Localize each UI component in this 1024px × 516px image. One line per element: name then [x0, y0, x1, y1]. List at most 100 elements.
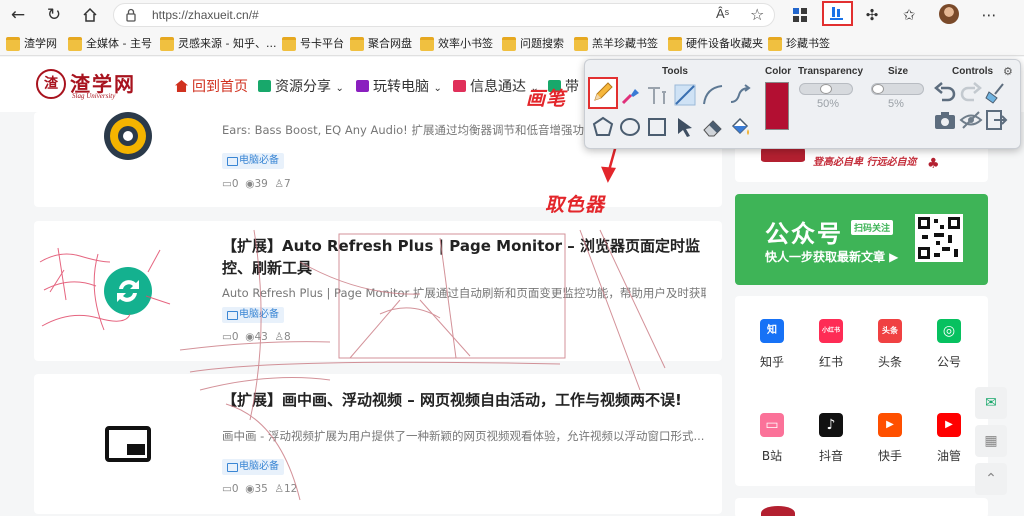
gzh-badge: 扫码关注 [851, 220, 894, 235]
home-icon [175, 80, 188, 92]
site-info-icon[interactable] [123, 7, 139, 23]
home-icon[interactable] [79, 5, 101, 25]
favorites-icon[interactable]: ✩ [898, 4, 920, 26]
article-tag[interactable]: 电脑必备 [222, 153, 284, 169]
chevron-down-icon: ⌄ [433, 83, 442, 94]
bookmark-folder[interactable]: 灵感来源 - 知乎、... [160, 35, 276, 51]
url-text[interactable]: https://zhaxueit.cn/# [152, 8, 259, 22]
social-douyin[interactable]: ♪ 抖音 [811, 413, 851, 464]
undo-icon[interactable] [932, 80, 958, 106]
current-color-swatch[interactable] [765, 82, 789, 130]
bookmarks-bar: 渣学网 全媒体 - 主号 灵感来源 - 知乎、... 号卡平台 聚合网盘 效率小… [0, 30, 1024, 56]
puzzle-extensions-icon[interactable]: ✣ [861, 4, 883, 26]
redo-icon[interactable] [958, 80, 984, 106]
profile-avatar[interactable] [939, 4, 959, 24]
kuaishou-icon: ▶ [878, 413, 902, 437]
sidebar-next-card [735, 498, 988, 516]
like-icon: ♙ [274, 483, 284, 495]
transparency-slider[interactable] [799, 83, 853, 95]
hide-annotations-eye-icon[interactable] [958, 107, 984, 133]
social-zhihu[interactable]: 知 知乎 [752, 319, 792, 370]
article-thumbnail[interactable] [104, 112, 152, 160]
menu-computer[interactable]: 玩转电脑 ⌄ [356, 76, 442, 96]
article-description: Auto Refresh Plus | Page Monitor 扩展通过自动刷… [222, 286, 706, 300]
eraser-tool-icon[interactable] [700, 114, 726, 140]
article-title[interactable]: 【扩展】画中画、浮动视频 – 网页视频自由活动，工作与视频两不误! [222, 389, 712, 411]
pip-thumbnail-icon[interactable] [105, 426, 151, 462]
read-aloud-icon[interactable]: Âˢ [716, 6, 729, 21]
card-illustration [761, 506, 795, 516]
bilibili-icon: ▭ [760, 413, 784, 437]
more-menu-icon[interactable]: ⋯ [978, 4, 1000, 26]
qr-float-icon[interactable]: ▦ [975, 425, 1007, 457]
refresh-icon[interactable]: ↻ [43, 5, 65, 25]
article-thumbnail[interactable] [104, 267, 152, 315]
bookmark-folder[interactable]: 号卡平台 [282, 35, 344, 51]
monitor-icon [356, 80, 369, 92]
rectangle-tool-icon[interactable] [644, 114, 670, 140]
wechat-float-icon[interactable]: ✉ [975, 387, 1007, 419]
bookmark-folder[interactable]: 全媒体 - 主号 [68, 35, 152, 51]
text-tool-icon[interactable] [644, 82, 670, 108]
social-wechat[interactable]: ◎ 公号 [929, 319, 969, 370]
settings-gear-icon[interactable]: ⚙ [1003, 65, 1013, 78]
chevron-down-icon: ⌄ [335, 83, 344, 94]
exit-icon[interactable] [983, 107, 1009, 133]
article-description: 画中画 - 浮动视频扩展为用户提供了一种新颖的网页视频观看体验，允许视频以浮动窗… [222, 429, 705, 443]
pentagon-tool-icon[interactable] [590, 114, 616, 140]
back-arrow-icon[interactable]: ← [7, 5, 29, 25]
pencil-tool[interactable] [588, 77, 618, 109]
wechat-official-account-banner[interactable]: 公众号 扫码关注 快人一步获取最新文章 ▶ [735, 194, 988, 285]
article-title[interactable]: 【扩展】Auto Refresh Plus | Page Monitor – 浏… [222, 235, 712, 279]
fill-bucket-tool-icon[interactable] [727, 114, 753, 140]
ellipse-tool-icon[interactable] [617, 114, 643, 140]
article-card[interactable]: 【扩展】Auto Refresh Plus | Page Monitor – 浏… [34, 221, 722, 361]
bookmark-folder[interactable]: 问题搜索 [502, 35, 564, 51]
menu-resources[interactable]: 资源分享 ⌄ [258, 76, 344, 96]
social-xiaohongshu[interactable]: 小红书 红书 [811, 319, 851, 370]
article-tag[interactable]: 电脑必备 [222, 459, 284, 475]
clear-broom-icon[interactable] [983, 80, 1009, 106]
social-bilibili[interactable]: ▭ B站 [752, 413, 792, 464]
bookmark-folder[interactable]: 硬件设备收藏夹 [668, 35, 763, 51]
article-meta: ▭0 ◉35 ♙12 [222, 483, 298, 495]
back-to-top-icon[interactable]: ⌃ [975, 463, 1007, 495]
line-tool-icon[interactable] [672, 82, 698, 108]
bookmark-folder[interactable]: 渣学网 [6, 35, 57, 51]
extensions-grid-icon[interactable] [789, 4, 811, 26]
arrow-curve-tool-icon[interactable] [727, 82, 753, 108]
browser-toolbar: ← ↻ https://zhaxueit.cn/# Âˢ ☆ ✣ ✩ ⋯ [0, 0, 1024, 30]
cursor-select-tool-icon[interactable] [672, 114, 698, 140]
wechat-official-icon: ◎ [937, 319, 961, 343]
curve-tool-icon[interactable] [700, 82, 726, 108]
size-header: Size [888, 66, 909, 77]
color-picker-label: 取色器 [545, 194, 606, 216]
annotation-extension-button[interactable] [822, 1, 853, 26]
address-bar[interactable]: https://zhaxueit.cn/# Âˢ ☆ [113, 3, 775, 27]
article-tag[interactable]: 电脑必备 [222, 307, 284, 323]
favorite-star-icon[interactable]: ☆ [750, 5, 764, 24]
transparency-header: Transparency [798, 66, 864, 77]
screenshot-camera-icon[interactable] [932, 107, 958, 133]
color-picker-tool[interactable] [617, 82, 643, 108]
size-slider-thumb[interactable] [872, 84, 884, 94]
site-logo-seal[interactable]: 渣 [36, 69, 66, 99]
article-meta: ▭0 ◉39 ♙7 [222, 178, 291, 190]
article-card[interactable]: 【扩展】画中画、浮动视频 – 网页视频自由活动，工作与视频两不误! 画中画 - … [34, 374, 722, 514]
bookmark-folder[interactable]: 效率小书签 [420, 35, 493, 51]
social-kuaishou[interactable]: ▶ 快手 [870, 413, 910, 464]
bookmark-folder[interactable]: 聚合网盘 [350, 35, 412, 51]
social-links-card: 知 知乎 小红书 红书 头条 头条 ◎ 公号 ▭ B站 ♪ 抖音 ▶ 快手 ▶ … [735, 296, 988, 486]
comment-icon: ▭ [222, 178, 232, 190]
bookmark-folder[interactable]: 羔羊珍藏书签 [574, 35, 658, 51]
social-toutiao[interactable]: 头条 头条 [870, 319, 910, 370]
douyin-icon: ♪ [819, 413, 843, 437]
social-youtube[interactable]: ▶ 油管 [929, 413, 969, 464]
gzh-subtitle: 快人一步获取最新文章 ▶ [765, 250, 899, 264]
bookmark-folder[interactable]: 珍藏书签 [768, 35, 830, 51]
pen-label: 画笔 [526, 88, 567, 110]
transparency-slider-thumb[interactable] [820, 84, 832, 94]
size-slider[interactable] [871, 83, 924, 95]
comment-icon: ▭ [222, 483, 232, 495]
menu-home[interactable]: 回到首页 [175, 76, 248, 96]
